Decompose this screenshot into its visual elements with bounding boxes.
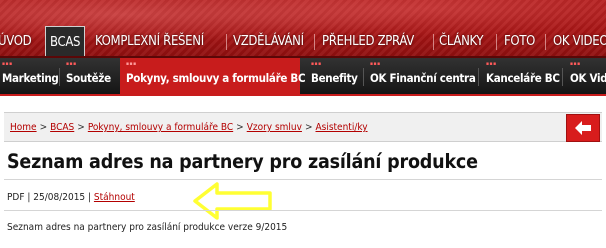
back-button[interactable] — [566, 114, 600, 142]
nav-item-foto[interactable]: FOTO — [504, 32, 535, 52]
sub-nav-item-pokyny-smlouvy[interactable]: ▪▪▪ Pokyny, smlouvy a formuláře BC — [120, 58, 306, 94]
divider — [4, 210, 602, 211]
nav-item-clanky[interactable]: ČLÁNKY — [439, 32, 484, 52]
file-type: PDF — [7, 192, 25, 203]
breadcrumb-separator: > — [304, 122, 313, 133]
sub-nav-item-ok-financni-centra[interactable]: ▪▪▪ OK Finanční centra — [370, 58, 476, 94]
sub-nav-label: Benefity — [311, 71, 358, 85]
breadcrumb-pokyny-smlouvy[interactable]: Pokyny, smlouvy a formuláře BC — [88, 122, 233, 133]
sub-nav-label: OK Video — [570, 71, 606, 85]
sub-nav-separator — [562, 68, 563, 86]
main-nav: ÚVOD BCAS KOMPLEXNÍ ŘEŠENÍ VZDĚLÁVÁNÍ PŘ… — [0, 26, 606, 58]
nav-item-komplexni-reseni[interactable]: KOMPLEXNÍ ŘEŠENÍ — [95, 32, 204, 52]
breadcrumb-bcas[interactable]: BCAS — [50, 122, 74, 133]
sub-nav-item-benefity[interactable]: ▪▪▪ Benefity — [311, 58, 361, 94]
nav-separator — [314, 34, 315, 50]
breadcrumb-separator: > — [236, 122, 244, 133]
arrow-left-icon — [575, 121, 591, 135]
breadcrumb: Home > BCAS > Pokyny, smlouvy a formuláře BC… — [10, 122, 368, 133]
sub-nav-tag: ▪▪▪ — [370, 61, 381, 67]
nav-item-prehled-zprav[interactable]: PŘEHLED ZPRÁV — [322, 32, 414, 52]
sub-nav-separator — [363, 68, 364, 86]
sub-nav-tag: ▪▪▪ — [486, 61, 497, 67]
nav-item-uvod[interactable]: ÚVOD — [0, 32, 32, 52]
sub-nav-item-souteze[interactable]: ▪▪▪ Soutěže — [66, 58, 116, 94]
sub-nav-separator — [59, 68, 60, 86]
nav-separator — [545, 34, 546, 50]
sub-nav: ▪▪▪ Marketing ▪▪▪ Soutěže ▪▪▪ Pokyny, sm… — [0, 58, 606, 96]
meta-separator: | — [27, 192, 31, 203]
file-meta: PDF | 25/08/2015 | Stáhnout — [7, 192, 135, 203]
sub-nav-label: Marketing — [2, 71, 59, 85]
breadcrumb-vzory-smluv[interactable]: Vzory smluv — [247, 122, 302, 133]
breadcrumb-bar: Home > BCAS > Pokyny, smlouvy a formuláře BC… — [4, 112, 602, 142]
sub-nav-tag: ▪▪▪ — [2, 61, 13, 67]
sub-nav-label: Pokyny, smlouvy a formuláře BC — [126, 71, 306, 85]
nav-separator — [433, 34, 434, 50]
sub-nav-tag: ▪▪▪ — [311, 61, 322, 67]
page-title: Seznam adres na partnery pro zasílání pr… — [7, 150, 478, 173]
sub-nav-separator — [478, 68, 479, 86]
nav-item-ok-video[interactable]: OK VIDEO — [553, 32, 606, 52]
nav-item-bcas[interactable]: BCAS — [45, 26, 86, 58]
sub-nav-item-ok-video[interactable]: ▪▪▪ OK Video — [570, 58, 606, 94]
breadcrumb-asistenti[interactable]: Asistenti/ky — [316, 122, 368, 133]
breadcrumb-separator: > — [39, 122, 48, 133]
file-description: Seznam adres na partnery pro zasílání pr… — [7, 222, 288, 233]
header-banner: ÚVOD BCAS KOMPLEXNÍ ŘEŠENÍ VZDĚLÁVÁNÍ PŘ… — [0, 0, 606, 58]
download-link[interactable]: Stáhnout — [94, 192, 135, 203]
nav-separator — [496, 34, 497, 50]
breadcrumb-home[interactable]: Home — [10, 122, 37, 133]
sub-nav-tag: ▪▪▪ — [126, 61, 137, 67]
breadcrumb-separator: > — [77, 122, 85, 133]
sub-nav-label: Soutěže — [66, 71, 111, 85]
sub-nav-label: OK Finanční centra — [370, 71, 476, 85]
divider — [4, 179, 602, 180]
left-arrow-annotation-icon — [193, 182, 272, 220]
meta-separator: | — [88, 192, 92, 203]
nav-item-vzdelavani[interactable]: VZDĚLÁVÁNÍ — [233, 32, 304, 52]
sub-nav-label: Kanceláře BC — [486, 71, 560, 85]
sub-nav-tag: ▪▪▪ — [66, 61, 77, 67]
sub-nav-item-marketing[interactable]: ▪▪▪ Marketing — [2, 58, 59, 94]
file-date: 25/08/2015 — [33, 192, 86, 203]
nav-separator — [226, 34, 227, 50]
sub-nav-tag: ▪▪▪ — [570, 61, 581, 67]
sub-nav-item-kancelare-bc[interactable]: ▪▪▪ Kanceláře BC — [486, 58, 560, 94]
